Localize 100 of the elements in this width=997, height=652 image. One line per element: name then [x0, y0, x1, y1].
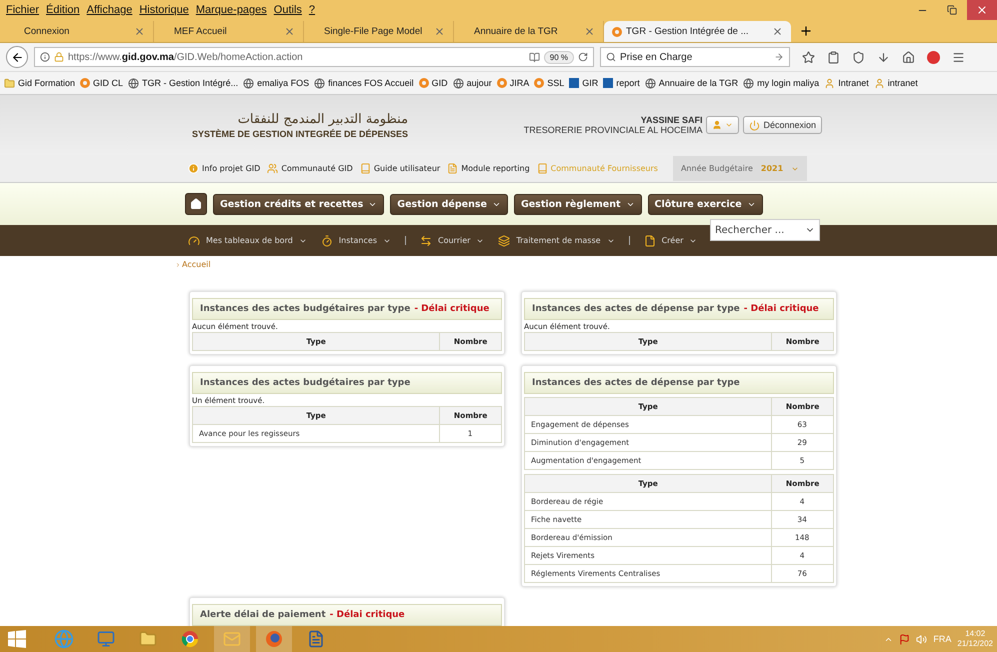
menu-item[interactable]: Affichage: [86, 4, 132, 16]
panel-title: Instances des actes budgétaires par type - Délai critique: [192, 298, 502, 320]
bookmark-link[interactable]: aujour: [466, 78, 492, 88]
power-icon: [749, 120, 760, 130]
new-tab-icon[interactable]: [799, 24, 813, 38]
reader-icon[interactable]: [528, 52, 540, 62]
bookmark-link[interactable]: JIRA: [510, 78, 530, 88]
system-title: SYSTÈME DE GESTION INTEGRÉE DE DÉPENSES: [192, 128, 408, 138]
book-icon: [536, 163, 548, 174]
menu-item[interactable]: Édition: [46, 4, 80, 16]
close-icon[interactable]: [434, 26, 445, 37]
site-icon: [80, 78, 90, 88]
info-icon[interactable]: [40, 52, 50, 62]
file-icon: [644, 234, 656, 246]
nav-menu-item[interactable]: Traitement de masse: [498, 234, 615, 246]
bookmark-link[interactable]: GIR: [582, 78, 598, 88]
menu-item[interactable]: Fichier: [6, 4, 40, 16]
main-menu-button[interactable]: Clôture exercice: [648, 194, 763, 214]
zoom-level[interactable]: 90 %: [544, 50, 574, 64]
adblock-icon[interactable]: [927, 50, 940, 64]
globe-icon: [743, 78, 754, 88]
site-icon: [418, 78, 429, 88]
bookmark-link[interactable]: emaliya FOS: [257, 78, 310, 88]
arrow-right-icon[interactable]: [774, 52, 784, 62]
header-link[interactable]: Module reporting: [447, 163, 530, 174]
globe-icon: [128, 78, 140, 88]
close-icon[interactable]: [584, 26, 595, 37]
browser-tab[interactable]: Connexion: [4, 21, 154, 42]
taskbar-app[interactable]: [256, 626, 292, 652]
close-icon[interactable]: [284, 26, 295, 37]
folder-icon: [4, 78, 15, 88]
address-field[interactable]: https://www.gid.gov.ma/GID.Web/homeAction.action 90 %: [34, 47, 594, 67]
bookmark-link[interactable]: GID: [432, 78, 448, 88]
nav-menu-item[interactable]: Courrier: [420, 234, 484, 246]
ibm-logo-icon: [603, 78, 614, 88]
site-icon: [496, 78, 507, 88]
search-field[interactable]: Prise en Charge: [600, 47, 790, 67]
user-name: YASSINE SAFI: [640, 115, 702, 125]
nav-menu-item[interactable]: Mes tableaux de bord: [188, 234, 307, 246]
logout-button[interactable]: Déconnexion: [743, 116, 822, 134]
nav-menu-item[interactable]: Instances: [320, 234, 391, 246]
back-button[interactable]: [6, 46, 28, 68]
close-button[interactable]: [967, 0, 997, 20]
bookmark-link[interactable]: Annuaire de la TGR: [658, 78, 738, 88]
user-menu-button[interactable]: [706, 116, 740, 134]
menu-item[interactable]: Outils: [274, 4, 302, 16]
bookmark-link[interactable]: report: [616, 78, 640, 88]
breadcrumb-link[interactable]: Accueil: [182, 260, 211, 269]
nav-menu-item[interactable]: Créer: [644, 234, 698, 246]
download-icon[interactable]: [877, 50, 890, 64]
control-panel-icon: [97, 630, 115, 648]
menu-item[interactable]: Historique: [139, 4, 189, 16]
bookmark-link[interactable]: intranet: [888, 78, 918, 88]
info-icon: [188, 163, 199, 174]
organization-name: TRESORERIE PROVINCIALE AL HOCEIMA: [524, 125, 702, 135]
menu-icon[interactable]: [952, 50, 965, 64]
bookmark-link[interactable]: SSL: [547, 78, 564, 88]
close-icon[interactable]: [134, 26, 145, 37]
star-icon[interactable]: [802, 50, 815, 64]
timer-icon: [320, 234, 333, 246]
globe-icon: [243, 78, 254, 88]
bookmark-link[interactable]: TGR - Gestion Intégré...: [142, 78, 238, 88]
main-menu-button[interactable]: Gestion crédits et recettes: [213, 194, 384, 214]
menu-item[interactable]: Marque-pages: [196, 4, 267, 16]
layers-icon: [498, 234, 510, 246]
caret-icon: [725, 121, 734, 129]
volume-icon[interactable]: [916, 634, 928, 644]
home-icon[interactable]: [902, 50, 915, 64]
document-icon: [307, 630, 325, 648]
user-icon: [712, 120, 722, 130]
year-selector[interactable]: Année Budgétaire 2021: [672, 156, 808, 181]
windows-start-icon[interactable]: [8, 630, 26, 648]
clipboard-icon[interactable]: [827, 50, 840, 64]
person-icon: [874, 78, 885, 88]
menu-item[interactable]: ?: [308, 4, 316, 16]
main-menu-button[interactable]: Gestion dépense: [390, 194, 508, 214]
home-button[interactable]: [185, 193, 207, 215]
browser-tab[interactable]: Single-File Page Model: [304, 21, 454, 42]
reload-icon[interactable]: [578, 52, 588, 62]
browser-tab[interactable]: MEF Accueil: [154, 21, 304, 42]
site-icon: [534, 78, 544, 88]
header-link[interactable]: Communauté GID: [267, 163, 353, 174]
flag-icon[interactable]: [899, 634, 910, 644]
close-icon[interactable]: [772, 26, 783, 37]
breadcrumb-icon: [175, 262, 181, 268]
globe-icon: [644, 78, 656, 88]
bookmark-link[interactable]: finances FOS Accueil: [328, 78, 414, 88]
browser-tab[interactable]: TGR - Gestion Intégrée de ...: [604, 21, 791, 42]
bookmark-link[interactable]: Intranet: [838, 78, 869, 88]
gauge-icon: [188, 234, 200, 246]
bookmark-link[interactable]: Gid Formation: [18, 78, 76, 88]
main-menu-button[interactable]: Gestion règlement: [514, 194, 642, 214]
bookmark-link[interactable]: GID CL: [93, 78, 124, 88]
header-link[interactable]: Guide utilisateur: [360, 163, 440, 174]
bookmark-link[interactable]: my login maliya: [757, 78, 820, 88]
header-link[interactable]: Info projet GID: [188, 163, 260, 174]
search-select[interactable]: Rechercher ...: [710, 219, 820, 241]
panel-title: Instances des actes budgétaires par type: [192, 372, 502, 394]
lock-icon: [54, 52, 64, 62]
firefox-icon: [265, 630, 283, 648]
